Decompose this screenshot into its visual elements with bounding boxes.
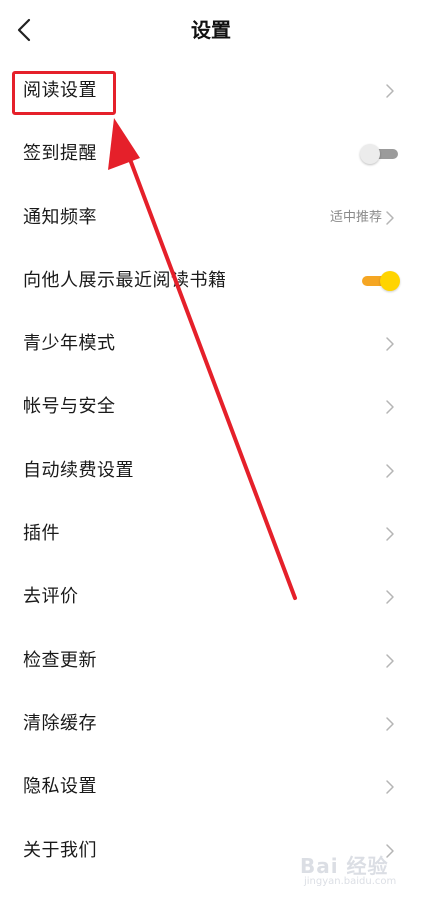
settings-item-account-security[interactable]: 帐号与安全 <box>0 375 422 438</box>
settings-item-label: 向他人展示最近阅读书籍 <box>23 269 227 291</box>
chevron-right-icon <box>385 210 395 226</box>
settings-item-label: 清除缓存 <box>23 712 97 734</box>
settings-item-auto-renewal[interactable]: 自动续费设置 <box>0 439 422 502</box>
settings-item-label: 自动续费设置 <box>23 459 134 481</box>
chevron-right-icon <box>385 716 395 732</box>
chevron-right-icon <box>385 463 395 479</box>
settings-list: 阅读设置 签到提醒 通知频率 适中推荐 向他人展示最近阅读书籍 青少年模式 帐号… <box>0 59 422 882</box>
settings-item-check-update[interactable]: 检查更新 <box>0 629 422 692</box>
checkin-reminder-toggle[interactable] <box>360 143 400 165</box>
settings-item-privacy[interactable]: 隐私设置 <box>0 755 422 818</box>
show-recent-books-toggle[interactable] <box>360 270 400 292</box>
chevron-right-icon <box>385 589 395 605</box>
settings-item-checkin-reminder: 签到提醒 <box>0 122 422 185</box>
settings-item-notification-frequency[interactable]: 通知频率 适中推荐 <box>0 186 422 249</box>
settings-item-label: 隐私设置 <box>23 776 97 798</box>
settings-item-label: 插件 <box>23 523 60 545</box>
settings-item-label: 帐号与安全 <box>23 396 116 418</box>
settings-item-about[interactable]: 关于我们 <box>0 819 422 882</box>
settings-item-label: 签到提醒 <box>23 143 97 165</box>
settings-item-label: 去评价 <box>23 586 79 608</box>
settings-item-label: 阅读设置 <box>23 80 97 101</box>
notification-frequency-value: 适中推荐 <box>329 209 382 225</box>
chevron-right-icon <box>385 653 395 669</box>
chevron-right-icon <box>385 336 395 352</box>
settings-item-rate[interactable]: 去评价 <box>0 565 422 628</box>
settings-item-label: 通知频率 <box>23 206 97 228</box>
page-title: 设置 <box>191 18 231 42</box>
chevron-right-icon <box>385 83 395 99</box>
chevron-right-icon <box>385 526 395 542</box>
chevron-right-icon <box>385 399 395 415</box>
chevron-right-icon <box>385 843 395 859</box>
settings-item-clear-cache[interactable]: 清除缓存 <box>0 692 422 755</box>
settings-item-show-recent-books: 向他人展示最近阅读书籍 <box>0 249 422 312</box>
settings-item-label: 关于我们 <box>23 839 97 861</box>
settings-item-teen-mode[interactable]: 青少年模式 <box>0 312 422 375</box>
settings-item-reading[interactable]: 阅读设置 <box>0 59 422 122</box>
settings-item-plugins[interactable]: 插件 <box>0 502 422 565</box>
header-bar: 设置 <box>0 0 422 60</box>
chevron-right-icon <box>385 779 395 795</box>
settings-item-label: 青少年模式 <box>23 333 116 355</box>
settings-item-label: 检查更新 <box>23 649 97 671</box>
